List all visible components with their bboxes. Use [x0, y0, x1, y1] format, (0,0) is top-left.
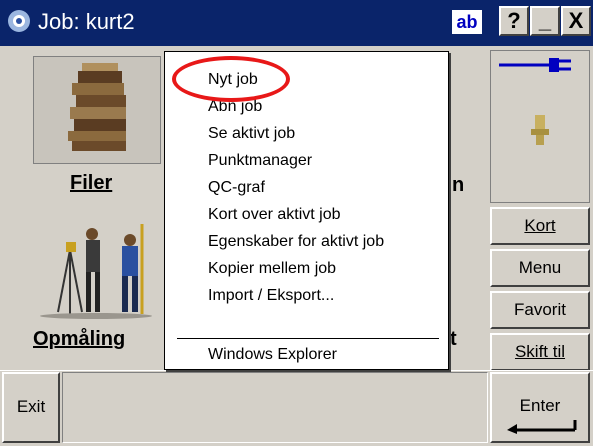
menu-label: Menu — [518, 258, 562, 277]
menu-item-label: Kopier mellem job — [208, 260, 337, 277]
title-bar: Job: kurt2 ab ? _ X — [0, 0, 593, 46]
menu-item-qc-graf[interactable]: QC-graf — [208, 176, 265, 200]
menu-item-se-aktivt-job[interactable]: Se aktivt job — [208, 122, 295, 146]
menu-item-punktmanager[interactable]: Punktmanager — [208, 149, 312, 173]
battery-plug-icon — [499, 58, 571, 72]
filer-label[interactable]: Filer — [70, 172, 112, 195]
menu-item-label: Windows Explorer — [208, 346, 337, 363]
instrument-icon — [531, 115, 549, 145]
menu-item-label: Egenskaber for aktivt job — [208, 233, 385, 250]
status-panel — [490, 50, 590, 203]
input-mode-button[interactable]: ab — [452, 10, 482, 34]
skift-til-button[interactable]: Skift til — [490, 333, 590, 371]
filer-tile[interactable] — [33, 56, 161, 164]
menu-item-label: Punktmanager — [208, 152, 313, 169]
files-stack-icon — [68, 63, 126, 151]
enter-arrow-icon — [507, 420, 577, 434]
status-area — [62, 372, 488, 443]
kort-button[interactable]: Kort — [490, 207, 590, 245]
close-button[interactable]: X — [561, 6, 591, 36]
favorit-label: Favorit — [514, 300, 566, 319]
window-title: Job: kurt2 — [38, 9, 135, 34]
skift-til-label: Skift til — [514, 342, 566, 361]
menu-item-import-eksport[interactable]: Import / Eksport... — [208, 284, 334, 308]
menu-item-egenskaber[interactable]: Egenskaber for aktivt job — [208, 230, 384, 254]
menu-item-label: QC-graf — [208, 179, 265, 196]
surveyors-icon[interactable] — [30, 220, 162, 320]
menu-button[interactable]: Menu — [490, 249, 590, 287]
menu-item-windows-explorer[interactable]: Windows Explorer — [208, 343, 337, 367]
kort-label: Kort — [524, 216, 556, 235]
menu-item-kort-over-aktivt-job[interactable]: Kort over aktivt job — [208, 203, 341, 227]
hidden-tile-label-fragment: n — [452, 174, 465, 196]
menu-separator — [177, 338, 439, 339]
menu-item-kopier-mellem-job[interactable]: Kopier mellem job — [208, 257, 336, 281]
hidden-tile-label-fragment-2: t — [450, 328, 457, 350]
enter-label: Enter — [519, 396, 561, 415]
menu-item-label: Import / Eksport... — [208, 287, 335, 304]
exit-button[interactable]: Exit — [2, 372, 60, 443]
highlight-ring — [172, 56, 290, 102]
app-logo-icon[interactable] — [6, 8, 32, 34]
favorit-button[interactable]: Favorit — [490, 291, 590, 329]
help-button[interactable]: ? — [499, 6, 529, 36]
minimize-button[interactable]: _ — [530, 6, 560, 36]
menu-item-label: Kort over aktivt job — [208, 206, 341, 223]
opmaling-label[interactable]: Opmåling — [33, 328, 125, 351]
menu-item-label: Se aktivt job — [208, 125, 296, 142]
